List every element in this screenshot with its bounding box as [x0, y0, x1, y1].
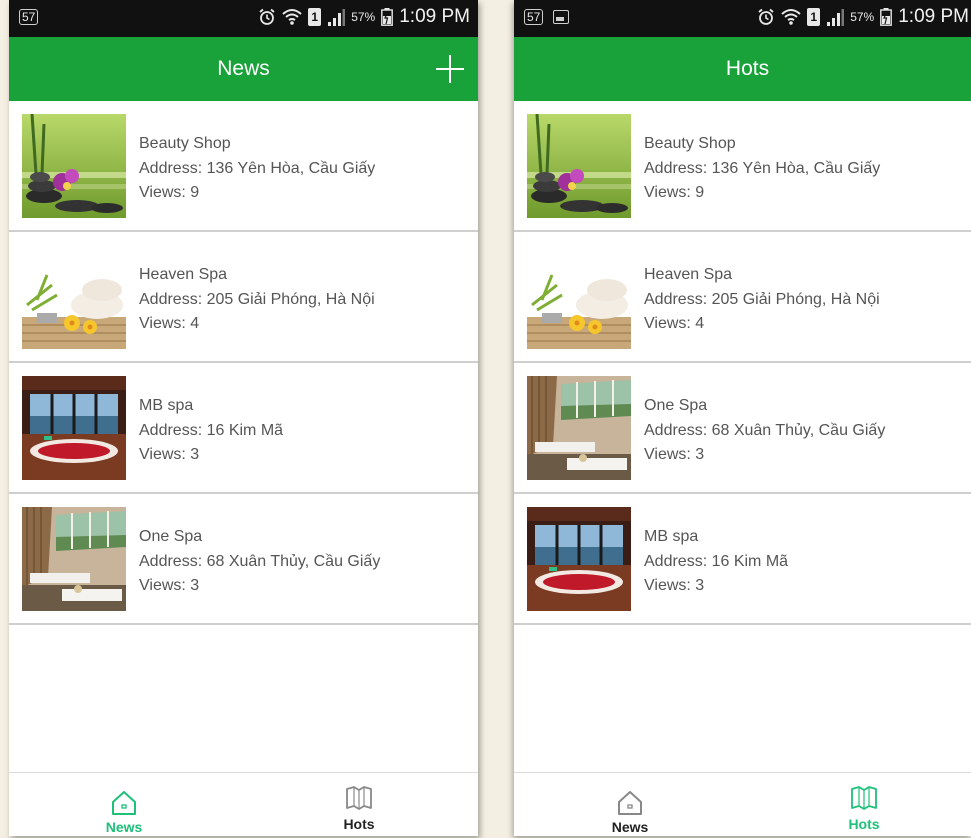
- battery-percent: 57%: [850, 10, 875, 24]
- add-button[interactable]: [436, 55, 464, 83]
- tab-hots[interactable]: Hots: [804, 773, 924, 836]
- book-icon: [345, 784, 373, 812]
- tab-news[interactable]: News: [570, 773, 690, 836]
- app-bar: News: [9, 37, 478, 101]
- thumbnail-orchid-stones: [22, 114, 126, 218]
- wifi-icon: [781, 7, 801, 27]
- thumbnail-rose-bath: [22, 376, 126, 480]
- thumbnail-towels-flowers: [22, 245, 126, 349]
- item-views: Views: 3: [139, 577, 200, 594]
- item-views: Views: 3: [644, 446, 705, 463]
- signal-icon: [826, 8, 845, 26]
- alarm-icon: [757, 8, 775, 26]
- battery-icon: [381, 8, 394, 26]
- screen-hots: 57 1 57% 1:09 PM Hots Beauty Shop Addres…: [514, 0, 971, 836]
- battery-percent: 57%: [351, 10, 376, 24]
- page-title: Hots: [725, 57, 770, 80]
- thumbnail-orchid-stones: [527, 114, 631, 218]
- tab-news[interactable]: News: [64, 773, 184, 836]
- item-name: Beauty Shop: [644, 135, 736, 152]
- list-item[interactable]: MB spa Address: 16 Kim Mã Views: 3: [514, 494, 971, 625]
- item-name: MB spa: [139, 397, 194, 414]
- item-address: Address: 205 Giải Phóng, Hà Nội: [644, 290, 880, 308]
- item-address: Address: 68 Xuân Thủy, Cầu Giấy: [139, 552, 381, 570]
- list-item[interactable]: Heaven Spa Address: 205 Giải Phóng, Hà N…: [514, 232, 971, 363]
- item-views: Views: 3: [139, 446, 200, 463]
- notification-badge: 57: [19, 9, 39, 25]
- spa-list: Beauty Shop Address: 136 Yên Hòa, Cầu Gi…: [9, 101, 478, 625]
- home-icon: [616, 789, 644, 817]
- item-address: Address: 205 Giải Phóng, Hà Nội: [139, 290, 375, 308]
- battery-icon: [880, 8, 893, 26]
- spa-list: Beauty Shop Address: 136 Yên Hòa, Cầu Gi…: [514, 101, 971, 625]
- item-name: One Spa: [139, 528, 203, 545]
- item-name: MB spa: [644, 528, 699, 545]
- thumbnail-massage-room: [527, 376, 631, 480]
- notification-badge: 57: [524, 9, 544, 25]
- wifi-icon: [282, 7, 302, 27]
- item-address: Address: 16 Kim Mã: [139, 421, 284, 439]
- thumbnail-rose-bath: [527, 507, 631, 611]
- tab-hots-label: Hots: [343, 816, 375, 832]
- list-item[interactable]: One Spa Address: 68 Xuân Thủy, Cầu Giấy …: [9, 494, 478, 625]
- item-name: Heaven Spa: [139, 266, 228, 283]
- tab-news-label: News: [611, 819, 649, 835]
- item-address: Address: 16 Kim Mã: [644, 552, 789, 570]
- home-icon: [110, 789, 138, 817]
- app-bar: Hots: [514, 37, 971, 101]
- sim-icon: 1: [308, 8, 322, 26]
- list-item[interactable]: MB spa Address: 16 Kim Mã Views: 3: [9, 363, 478, 494]
- list-item[interactable]: One Spa Address: 68 Xuân Thủy, Cầu Giấy …: [514, 363, 971, 494]
- status-bar: 57 1 57% 1:09 PM: [9, 0, 478, 37]
- book-icon: [850, 784, 878, 812]
- tab-hots[interactable]: Hots: [299, 773, 419, 836]
- list-item[interactable]: Heaven Spa Address: 205 Giải Phóng, Hà N…: [9, 232, 478, 363]
- bottom-nav: News Hots: [514, 772, 971, 836]
- clock: 1:09 PM: [898, 6, 969, 27]
- item-name: Beauty Shop: [139, 135, 231, 152]
- item-name: One Spa: [644, 397, 708, 414]
- item-address: Address: 136 Yên Hòa, Cầu Giấy: [644, 159, 881, 177]
- alarm-icon: [258, 8, 276, 26]
- item-views: Views: 4: [139, 315, 200, 332]
- item-views: Views: 4: [644, 315, 705, 332]
- item-views: Views: 9: [139, 184, 200, 201]
- thumbnail-towels-flowers: [527, 245, 631, 349]
- item-address: Address: 136 Yên Hòa, Cầu Giấy: [139, 159, 376, 177]
- thumbnail-massage-room: [22, 507, 126, 611]
- list-item[interactable]: Beauty Shop Address: 136 Yên Hòa, Cầu Gi…: [514, 101, 971, 232]
- clock: 1:09 PM: [399, 6, 470, 27]
- sim-icon: 1: [807, 8, 821, 26]
- screen-news: 57 1 57% 1:09 PM News Beauty Shop Addres…: [9, 0, 478, 836]
- status-bar: 57 1 57% 1:09 PM: [514, 0, 971, 37]
- item-views: Views: 9: [644, 184, 705, 201]
- item-address: Address: 68 Xuân Thủy, Cầu Giấy: [644, 421, 886, 439]
- item-name: Heaven Spa: [644, 266, 733, 283]
- signal-icon: [327, 8, 346, 26]
- tab-news-label: News: [105, 819, 143, 835]
- tab-hots-label: Hots: [848, 816, 880, 832]
- bottom-nav: News Hots: [9, 772, 478, 836]
- image-notification-icon: [553, 10, 570, 24]
- item-views: Views: 3: [644, 577, 705, 594]
- list-item[interactable]: Beauty Shop Address: 136 Yên Hòa, Cầu Gi…: [9, 101, 478, 232]
- page-title: News: [217, 57, 270, 80]
